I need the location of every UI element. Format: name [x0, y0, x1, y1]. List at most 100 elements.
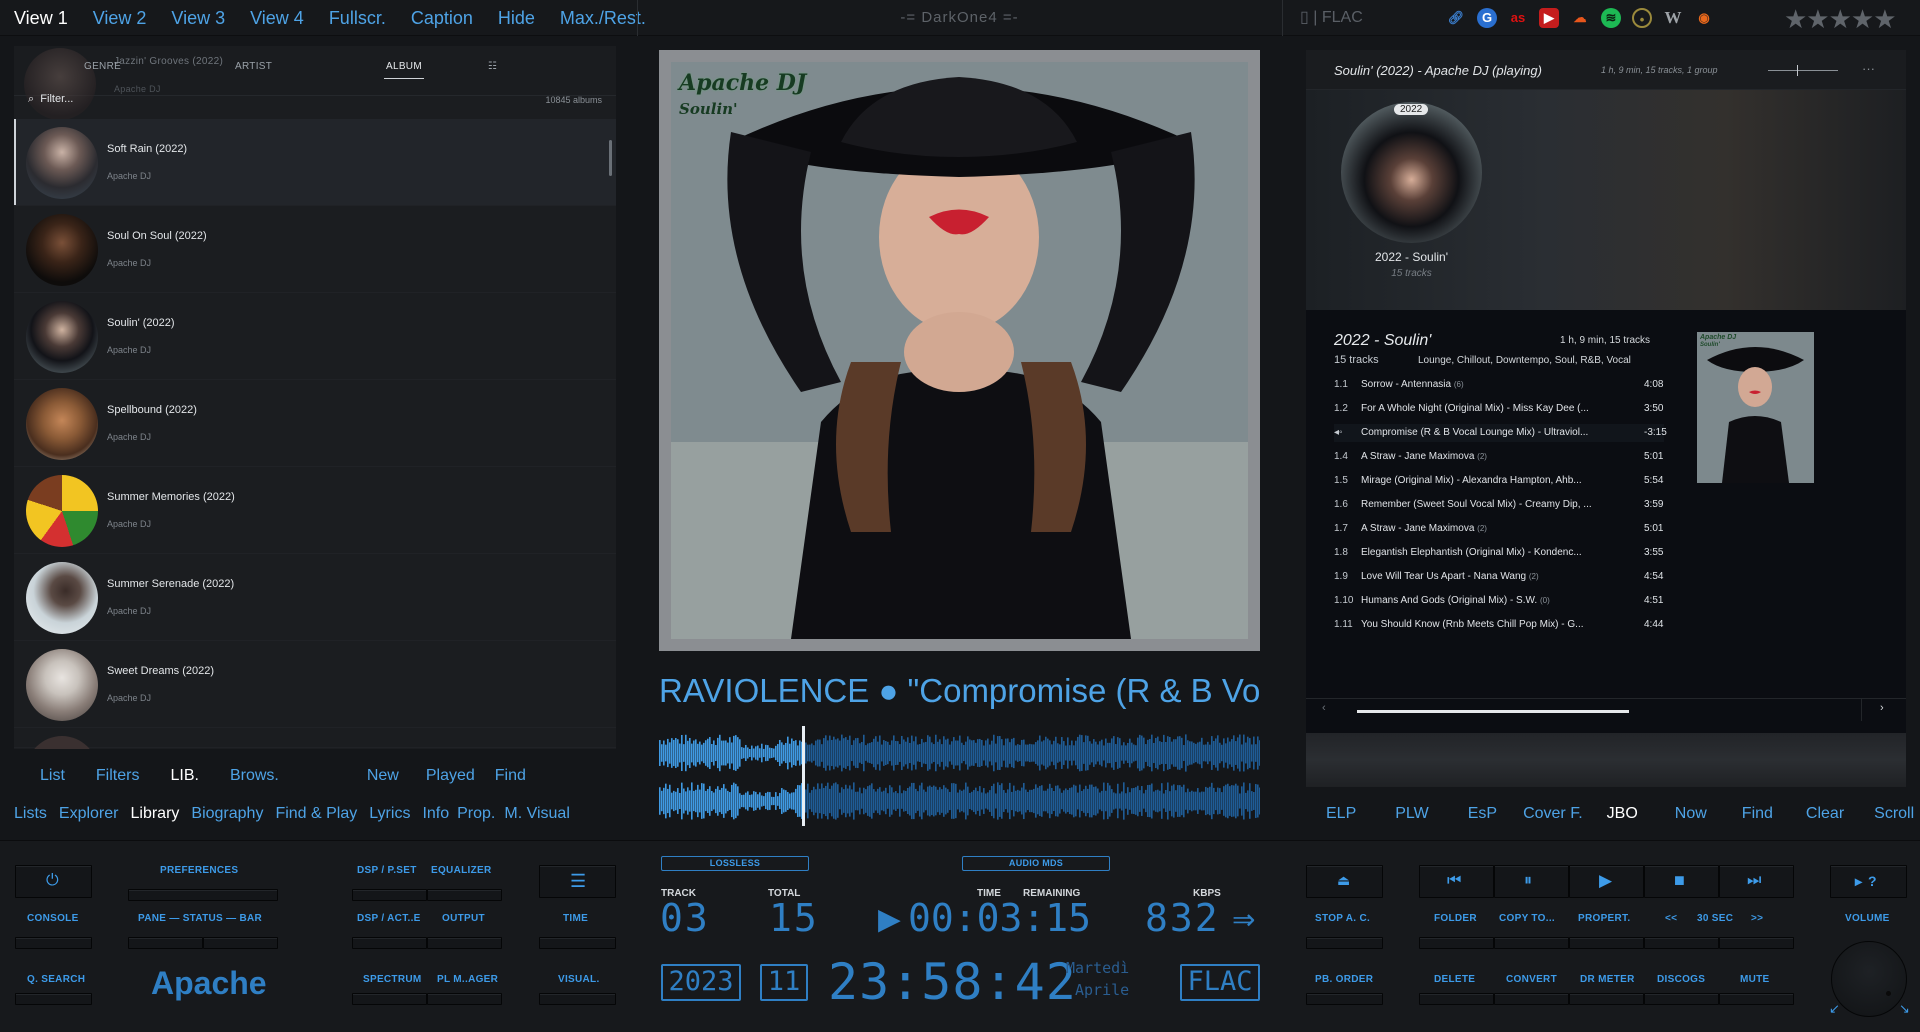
tab-genre[interactable]: GENRE: [84, 61, 121, 72]
eject-button[interactable]: ⏏: [1306, 865, 1383, 898]
discogs-button[interactable]: [1644, 993, 1719, 1005]
google-icon[interactable]: G: [1477, 8, 1497, 28]
properties-tab[interactable]: Prop.: [457, 805, 495, 822]
playback-cursor[interactable]: [802, 726, 805, 826]
equalizer-button[interactable]: [427, 889, 502, 901]
max-restore-button[interactable]: Max./Rest.: [560, 8, 646, 29]
volume-knob[interactable]: [1831, 941, 1907, 1017]
properties-button[interactable]: [1569, 937, 1644, 949]
view-3-button[interactable]: View 3: [171, 8, 225, 29]
group-header[interactable]: 2022 2022 - Soulin' 15 tracks: [1306, 90, 1906, 310]
list-item[interactable]: Spellbound (2022) Apache DJ: [14, 380, 616, 467]
menu-button[interactable]: ☰: [539, 865, 616, 898]
list-item[interactable]: Soul On Soul (2022) Apache DJ: [14, 206, 616, 293]
cover-tab[interactable]: Cover F.: [1523, 805, 1583, 822]
delete-button[interactable]: [1419, 993, 1494, 1005]
tab-artist[interactable]: ARTIST: [235, 61, 272, 72]
pane-button[interactable]: [128, 937, 203, 949]
played-tab[interactable]: Played: [426, 767, 475, 784]
elp-tab[interactable]: ELP: [1326, 805, 1356, 822]
scrollbar-thumb[interactable]: [609, 140, 612, 176]
status-bar-button[interactable]: [203, 937, 278, 949]
explorer-tab[interactable]: Explorer: [59, 805, 119, 822]
spotify-icon[interactable]: ≋: [1601, 8, 1621, 28]
filter-input[interactable]: ⌕ Filter...: [28, 93, 73, 106]
dr-meter-button[interactable]: [1569, 993, 1644, 1005]
mute-button[interactable]: [1719, 993, 1794, 1005]
clear-tab[interactable]: Clear: [1806, 805, 1844, 822]
dsp-pset-button[interactable]: [352, 889, 427, 901]
volume-up-icon[interactable]: ↘: [1899, 1001, 1910, 1017]
help-button[interactable]: ▸?: [1830, 865, 1907, 898]
next-button[interactable]: ⏭: [1719, 865, 1794, 898]
scroll-tab[interactable]: Scroll: [1874, 805, 1914, 822]
view-2-button[interactable]: View 2: [93, 8, 147, 29]
stop-button[interactable]: ■: [1644, 865, 1719, 898]
list-item[interactable]: Sweet Dreams (2022) Apache DJ: [14, 641, 616, 728]
music-visual-tab[interactable]: M. Visual: [504, 805, 570, 822]
view-1-button[interactable]: View 1: [14, 8, 68, 29]
pause-button[interactable]: ⏸: [1494, 865, 1569, 898]
preferences-button[interactable]: [128, 889, 278, 901]
biography-tab[interactable]: Biography: [191, 805, 263, 822]
back-30-button[interactable]: [1644, 937, 1719, 949]
spectrum-button[interactable]: [352, 993, 427, 1005]
convert-button[interactable]: [1494, 993, 1569, 1005]
find-play-tab[interactable]: Find & Play: [275, 805, 357, 822]
volume-down-icon[interactable]: ↙: [1829, 1001, 1840, 1017]
new-tab[interactable]: New: [367, 767, 399, 784]
stop-ac-button[interactable]: [1306, 937, 1383, 949]
more-icon[interactable]: ···: [1862, 61, 1875, 76]
find-tab[interactable]: Find: [1742, 805, 1773, 822]
track-row[interactable]: 1.9 Love Will Tear Us Apart - Nana Wang (…: [1334, 568, 1664, 586]
output-button[interactable]: [427, 937, 502, 949]
list-item[interactable]: Soft Rain (2022) Apache DJ: [14, 119, 616, 206]
lib-tab[interactable]: LIB.: [170, 767, 198, 784]
filters-tab[interactable]: Filters: [96, 767, 140, 784]
now-tab[interactable]: Now: [1675, 805, 1707, 822]
scroll-left-icon[interactable]: ‹: [1322, 702, 1326, 714]
track-row[interactable]: 1.7 A Straw - Jane Maximova (2) 5:01: [1334, 520, 1664, 538]
podcast-icon[interactable]: ◉: [1694, 8, 1714, 28]
play-button[interactable]: ▶: [1569, 865, 1644, 898]
soundcloud-icon[interactable]: ☁: [1570, 8, 1590, 28]
time-button[interactable]: [539, 937, 616, 949]
album-cover[interactable]: Apache DJ Soulin': [659, 50, 1260, 651]
tab-extra[interactable]: ☷: [488, 61, 497, 72]
track-row[interactable]: 1.8 Elegantish Elephantish (Original Mix)…: [1334, 544, 1664, 562]
console-button[interactable]: [15, 937, 92, 949]
lyrics-tab[interactable]: Lyrics: [369, 805, 410, 822]
track-row[interactable]: 1.4 A Straw - Jane Maximova (2) 5:01: [1334, 448, 1664, 466]
track-row[interactable]: 1.5 Mirage (Original Mix) - Alexandra Ham…: [1334, 472, 1664, 490]
plw-tab[interactable]: PLW: [1395, 805, 1428, 822]
pl-manager-button[interactable]: [427, 993, 502, 1005]
pb-order-button[interactable]: [1306, 993, 1383, 1005]
tab-album[interactable]: ALBUM: [384, 61, 424, 79]
list-item[interactable]: Summer Serenade (2022) Apache DJ: [14, 554, 616, 641]
info-tab[interactable]: Info: [422, 805, 449, 822]
caption-button[interactable]: Caption: [411, 8, 473, 29]
zoom-slider-handle[interactable]: [1797, 65, 1798, 76]
target-icon[interactable]: •: [1632, 8, 1652, 28]
zoom-slider[interactable]: [1768, 70, 1838, 71]
youtube-icon[interactable]: ▶: [1539, 8, 1559, 28]
track-row[interactable]: 1.1 Sorrow - Antennasia (6) 4:08: [1334, 376, 1664, 394]
wikipedia-icon[interactable]: W: [1663, 8, 1683, 28]
folder-button[interactable]: [1419, 937, 1494, 949]
fullscreen-button[interactable]: Fullscr.: [329, 8, 386, 29]
view-4-button[interactable]: View 4: [250, 8, 304, 29]
qsearch-button[interactable]: [15, 993, 92, 1005]
hide-button[interactable]: Hide: [498, 8, 535, 29]
copy-to-button[interactable]: [1494, 937, 1569, 949]
scroll-right-icon[interactable]: ›: [1880, 702, 1884, 714]
scrollbar-thumb[interactable]: [1357, 710, 1629, 713]
link-icon[interactable]: 🔗︎: [1446, 8, 1466, 28]
track-row[interactable]: 1.10 Humans And Gods (Original Mix) - S.W…: [1334, 592, 1664, 610]
rating-stars[interactable]: ★★★★★: [1784, 4, 1897, 35]
list-tab[interactable]: List: [40, 767, 65, 784]
lastfm-icon[interactable]: as: [1508, 8, 1528, 28]
dsp-act-button[interactable]: [352, 937, 427, 949]
list-item[interactable]: Summer Memories (2022) Apache DJ: [14, 467, 616, 554]
track-row[interactable]: 1.6 Remember (Sweet Soul Vocal Mix) - Cre…: [1334, 496, 1664, 514]
lists-tab[interactable]: Lists: [14, 805, 47, 822]
